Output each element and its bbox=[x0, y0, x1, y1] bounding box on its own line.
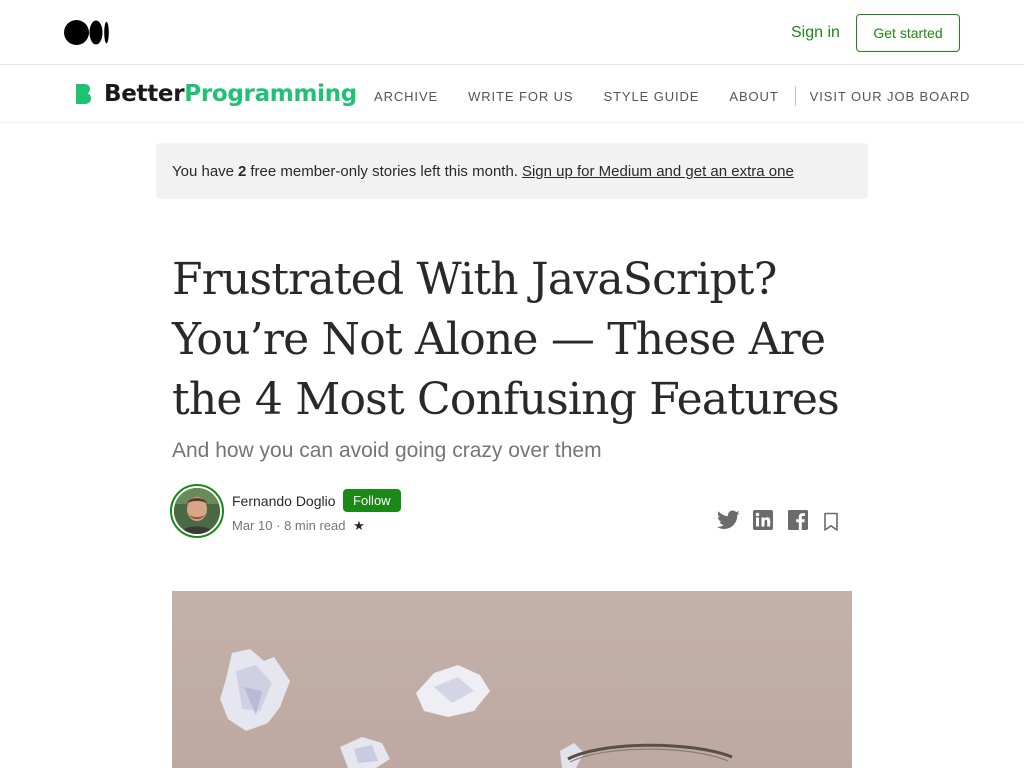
nav-write-for-us[interactable]: WRITE FOR US bbox=[468, 89, 573, 104]
nav-divider bbox=[794, 86, 796, 106]
sign-in-link[interactable]: Sign in bbox=[791, 24, 840, 42]
member-star-icon: ★ bbox=[353, 518, 365, 533]
follow-button[interactable]: Follow bbox=[343, 489, 401, 512]
publication-name: BetterProgramming bbox=[104, 81, 357, 107]
publication-nav-links: ARCHIVE WRITE FOR US STYLE GUIDE ABOUT V… bbox=[374, 86, 970, 106]
member-stories-banner: You have 2 free member-only stories left… bbox=[156, 143, 868, 199]
nav-style-guide[interactable]: STYLE GUIDE bbox=[604, 89, 700, 104]
read-time: 8 min read bbox=[284, 518, 346, 533]
get-started-button[interactable]: Get started bbox=[856, 14, 960, 52]
banner-suffix: free member-only stories left this month… bbox=[250, 162, 518, 180]
nav-job-board[interactable]: VISIT OUR JOB BOARD bbox=[810, 89, 971, 104]
crumpled-paper-glasses-image bbox=[172, 591, 852, 768]
top-bar: Sign in Get started bbox=[0, 0, 1024, 65]
banner-prefix: You have bbox=[172, 162, 235, 180]
publish-date: Mar 10 bbox=[232, 518, 273, 533]
article-title: Frustrated With JavaScript? You’re Not A… bbox=[172, 254, 840, 425]
hero-image bbox=[172, 591, 852, 768]
nav-archive[interactable]: ARCHIVE bbox=[374, 89, 438, 104]
article-subtitle: And how you can avoid going crazy over t… bbox=[172, 439, 602, 462]
author-name[interactable]: Fernando Doglio bbox=[232, 493, 336, 509]
meta-separator: · bbox=[276, 518, 281, 533]
banner-count: 2 bbox=[238, 162, 247, 180]
article-meta: Mar 10 · 8 min read ★ bbox=[232, 518, 365, 534]
publication-nav: BetterProgramming ARCHIVE WRITE FOR US S… bbox=[0, 66, 1024, 121]
banner-signup-link[interactable]: Sign up for Medium and get an extra one bbox=[522, 163, 794, 180]
bookmark-icon[interactable] bbox=[823, 512, 839, 532]
author-avatar-ring[interactable] bbox=[170, 484, 224, 538]
facebook-icon[interactable] bbox=[788, 510, 808, 530]
better-programming-logo-icon bbox=[76, 84, 91, 104]
author-photo-icon bbox=[174, 488, 220, 534]
publication-logo[interactable]: BetterProgramming bbox=[74, 81, 357, 107]
nav-about[interactable]: ABOUT bbox=[729, 89, 778, 104]
linkedin-icon[interactable] bbox=[753, 510, 773, 530]
twitter-icon[interactable] bbox=[717, 510, 740, 530]
avatar bbox=[174, 488, 220, 534]
medium-logo-icon[interactable] bbox=[64, 19, 110, 46]
